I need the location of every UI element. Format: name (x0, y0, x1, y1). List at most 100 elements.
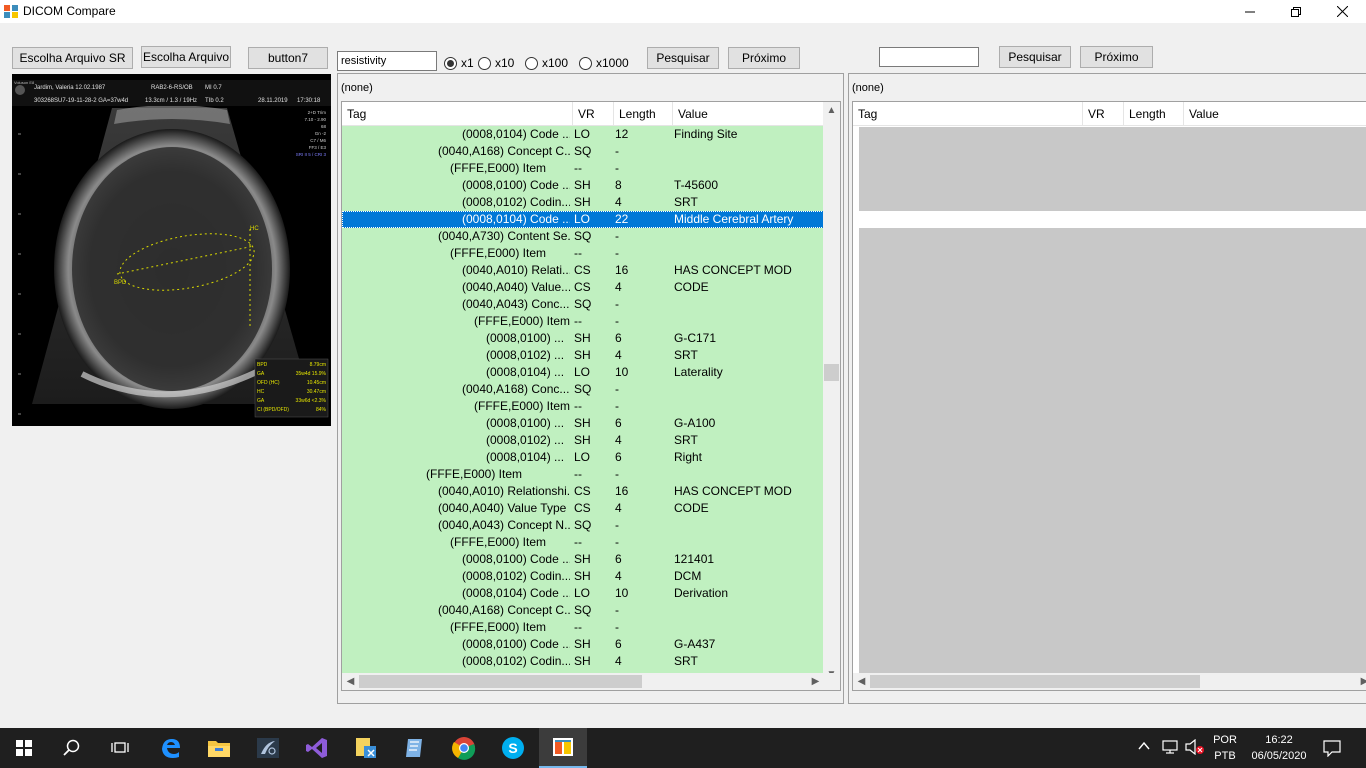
network-button[interactable] (1162, 739, 1180, 758)
scroll-left-icon[interactable]: ◀ (853, 673, 870, 690)
table-row[interactable]: (0008,0100) Code ... SH 6 121401 (342, 551, 824, 568)
table-row[interactable]: (0008,0102) ... SH 4 SRT (342, 347, 824, 364)
visual-studio-button[interactable] (293, 728, 341, 768)
show-hidden-icons-button[interactable] (1138, 740, 1150, 755)
table-row[interactable]: (0040,A043) Conc... SQ - (342, 296, 824, 313)
scroll-thumb[interactable] (870, 675, 1200, 688)
vertical-scrollbar[interactable]: ▲ ▼ (823, 102, 840, 683)
search-button-right[interactable]: Pesquisar (999, 46, 1071, 68)
scroll-up-icon[interactable]: ▲ (823, 102, 840, 119)
table-row[interactable]: (0008,0102) Codin... SH 4 SRT (342, 653, 824, 670)
table-row[interactable]: (FFFE,E000) Item -- - (342, 313, 824, 330)
cell-tag: (FFFE,E000) Item (426, 467, 523, 481)
notepad-icon (406, 739, 422, 757)
language-code: POR (1213, 734, 1237, 746)
search-taskbar-button[interactable] (48, 728, 96, 768)
table-row[interactable]: (FFFE,E000) Item -- - (342, 245, 824, 262)
table-row[interactable]: (0008,0100) ... SH 6 G-C171 (342, 330, 824, 347)
column-header-length[interactable]: Length (1124, 102, 1184, 126)
network-icon (1162, 740, 1178, 754)
table-row[interactable]: (0040,A010) Relati... CS 16 HAS CONCEPT MOD (342, 262, 824, 279)
radio-x100[interactable]: x100 (525, 55, 568, 71)
skype-taskbar-button[interactable]: S (489, 728, 537, 768)
column-header-value[interactable]: Value (1184, 102, 1366, 126)
start-button[interactable] (0, 728, 48, 768)
volume-button[interactable] (1185, 738, 1205, 758)
sql-server-button[interactable] (244, 728, 292, 768)
table-row[interactable]: (0040,A040) Value... CS 4 CODE (342, 279, 824, 296)
scroll-right-icon[interactable]: ▶ (1356, 673, 1366, 690)
scroll-left-icon[interactable]: ◀ (342, 673, 359, 690)
title-bar: DICOM Compare (0, 0, 1366, 23)
notifications-button[interactable] (1323, 739, 1341, 760)
table-row[interactable]: (0008,0104) Code ... LO 12 Finding Site (342, 126, 824, 143)
cell-length: - (615, 467, 619, 481)
search-button-left[interactable]: Pesquisar (647, 47, 719, 69)
radio-x10[interactable]: x10 (478, 55, 514, 71)
table-row[interactable]: (FFFE,E000) Item -- - (342, 534, 824, 551)
table-row[interactable]: (0040,A040) Value Type CS 4 CODE (342, 500, 824, 517)
column-header-tag[interactable]: Tag (853, 102, 1083, 126)
right-dicom-grid[interactable]: Tag VR Length Value ◀ ▶ (852, 101, 1366, 691)
left-dicom-panel: (none) Tag VR Length Value (0008,0104) C… (337, 73, 844, 704)
table-row[interactable]: (0008,0102) Codin... SH 4 DCM (342, 568, 824, 585)
chrome-taskbar-button[interactable] (440, 728, 488, 768)
table-row[interactable]: (0040,A168) Conc... SQ - (342, 381, 824, 398)
horizontal-scrollbar[interactable]: ◀ ▶ (853, 673, 1366, 690)
scroll-thumb[interactable] (824, 364, 839, 381)
search-input-right[interactable] (879, 47, 979, 67)
edge-taskbar-button[interactable] (147, 728, 195, 768)
column-header-value[interactable]: Value (673, 102, 824, 126)
dicom-compare-taskbar-button[interactable] (539, 728, 587, 768)
scroll-thumb[interactable] (359, 675, 642, 688)
task-view-button[interactable] (96, 728, 144, 768)
table-row[interactable]: (0040,A168) Concept C... SQ - (342, 143, 824, 160)
radio-x1000[interactable]: x1000 (579, 55, 629, 71)
minimize-button[interactable] (1227, 0, 1273, 23)
param-line: FF3 / E3 (309, 145, 327, 150)
column-header-length[interactable]: Length (614, 102, 673, 126)
restore-button[interactable] (1273, 0, 1319, 23)
column-header-vr[interactable]: VR (1083, 102, 1124, 126)
table-row[interactable]: (FFFE,E000) Item -- - (342, 160, 824, 177)
next-button-left[interactable]: Próximo (728, 47, 800, 69)
clock[interactable]: 16:22 06/05/2020 (1243, 732, 1315, 764)
cell-vr: -- (574, 467, 582, 481)
table-row[interactable]: (0008,0100) Code ... SH 8 T-45600 (342, 177, 824, 194)
table-row[interactable]: (0008,0104) Code ... LO 10 Derivation (342, 585, 824, 602)
search-icon (63, 739, 80, 756)
column-header-vr[interactable]: VR (573, 102, 614, 126)
table-row[interactable]: (0008,0104) Code ... LO 22 Middle Cerebral … (342, 211, 824, 228)
cell-length: 6 (615, 637, 622, 651)
close-button[interactable] (1319, 0, 1365, 23)
table-row[interactable]: (0008,0104) ... LO 6 Right (342, 449, 824, 466)
horizontal-scrollbar[interactable]: ◀ ▶ (342, 673, 824, 690)
table-row[interactable]: (0040,A043) Concept N... SQ - (342, 517, 824, 534)
table-row[interactable]: (0008,0100) Code ... SH 6 G-A437 (342, 636, 824, 653)
table-row[interactable]: (0040,A730) Content Se... SQ - (342, 228, 824, 245)
table-row[interactable]: (FFFE,E000) Item -- - (342, 619, 824, 636)
app-taskbar-button[interactable] (342, 728, 390, 768)
cell-length: 4 (615, 569, 622, 583)
column-header-tag[interactable]: Tag (342, 102, 573, 126)
cell-length: - (615, 297, 619, 311)
table-row[interactable]: (0008,0102) ... SH 4 SRT (342, 432, 824, 449)
language-indicator[interactable]: POR PTB (1212, 732, 1238, 764)
table-row[interactable]: (0008,0100) ... SH 6 G-A100 (342, 415, 824, 432)
left-dicom-grid[interactable]: Tag VR Length Value (0008,0104) Code ...… (341, 101, 841, 691)
button7[interactable]: button7 (248, 47, 328, 69)
table-row[interactable]: (0040,A010) Relationshi... CS 16 HAS CONCEP… (342, 483, 824, 500)
choose-sr-file-button[interactable]: Escolha Arquivo SR (12, 47, 133, 69)
table-row[interactable]: (0040,A168) Concept C... SQ - (342, 602, 824, 619)
table-row[interactable]: (FFFE,E000) Item -- - (342, 466, 824, 483)
next-button-right[interactable]: Próximo (1080, 46, 1153, 68)
table-row[interactable]: (0008,0104) ... LO 10 Laterality (342, 364, 824, 381)
notepad-taskbar-button[interactable] (390, 728, 438, 768)
radio-x1[interactable]: x1 (444, 55, 474, 71)
search-input-left[interactable] (337, 51, 437, 71)
table-row[interactable]: (FFFE,E000) Item -- - (342, 398, 824, 415)
file-explorer-button[interactable] (195, 728, 243, 768)
table-row[interactable]: (0008,0102) Codin... SH 4 SRT (342, 194, 824, 211)
scroll-right-icon[interactable]: ▶ (807, 673, 824, 690)
choose-file-button[interactable]: Escolha Arquivo (141, 46, 231, 68)
